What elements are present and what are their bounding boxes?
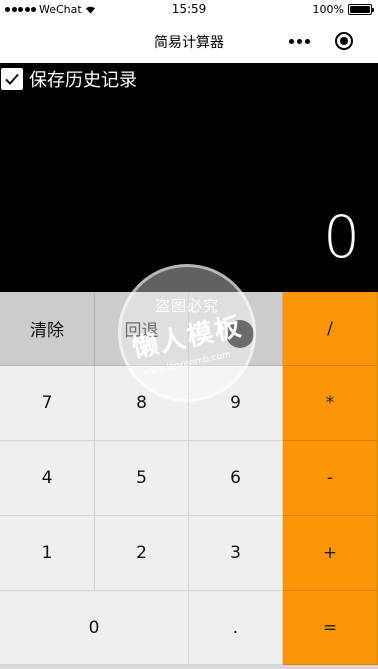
more-menu-icon[interactable] (289, 39, 310, 44)
save-history-option[interactable]: 保存历史记录 (1, 66, 137, 92)
divide-button[interactable]: / (283, 292, 378, 366)
digit-6-button[interactable]: 6 (189, 441, 283, 516)
equals-button[interactable]: = (283, 591, 378, 665)
add-button[interactable]: + (283, 516, 378, 591)
digit-8-button[interactable]: 8 (95, 366, 189, 441)
keypad: 清除 回退 / 7 8 9 * 4 5 6 - 1 2 3 + 0 . = (0, 292, 378, 665)
display-value: 0 (323, 203, 360, 271)
battery-percent: 100% (312, 3, 344, 16)
calculator-display: 保存历史记录 0 (0, 63, 378, 292)
digit-1-button[interactable]: 1 (0, 516, 95, 591)
close-miniprogram-icon[interactable] (335, 32, 353, 50)
battery-icon (348, 4, 374, 15)
digit-3-button[interactable]: 3 (189, 516, 283, 591)
bottom-edge (0, 665, 378, 669)
nav-bar: 简易计算器 (0, 20, 378, 63)
digit-4-button[interactable]: 4 (0, 441, 95, 516)
digit-2-button[interactable]: 2 (95, 516, 189, 591)
decimal-point-button[interactable]: . (189, 591, 283, 665)
digit-5-button[interactable]: 5 (95, 441, 189, 516)
status-right: 100% (312, 3, 374, 16)
backspace-button[interactable]: 回退 (95, 292, 189, 366)
page-title: 简易计算器 (154, 35, 224, 51)
touch-indicator (226, 320, 254, 348)
save-history-checkbox[interactable] (1, 68, 23, 90)
digit-9-button[interactable]: 9 (189, 366, 283, 441)
clear-button[interactable]: 清除 (0, 292, 95, 366)
digit-7-button[interactable]: 7 (0, 366, 95, 441)
multiply-button[interactable]: * (283, 366, 378, 441)
save-history-label: 保存历史记录 (29, 70, 137, 91)
status-bar: WeChat 15:59 100% (0, 0, 378, 20)
digit-0-button[interactable]: 0 (0, 591, 189, 665)
subtract-button[interactable]: - (283, 441, 378, 516)
checkmark-icon (5, 73, 19, 85)
